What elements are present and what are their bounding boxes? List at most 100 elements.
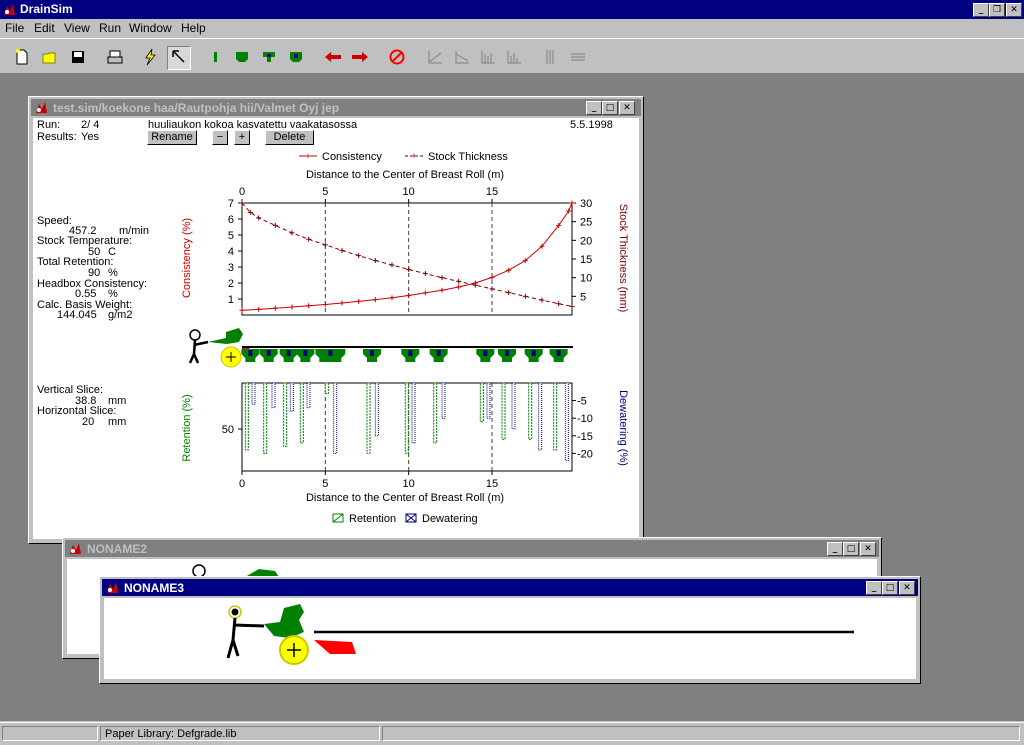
noname3-close-button[interactable]: ✕ <box>899 581 915 595</box>
noname3-content <box>104 598 916 679</box>
retention-bar <box>299 382 304 444</box>
run-lightning-icon[interactable] <box>139 46 161 68</box>
open-folder-icon[interactable] <box>39 46 61 68</box>
noname2-maximize-button[interactable]: □ <box>843 542 859 556</box>
drain-element-1-icon[interactable] <box>205 46 227 68</box>
chart-bar-2-icon[interactable] <box>503 46 525 68</box>
legend-retention-label: Retention <box>349 513 396 525</box>
stock-thickness-point <box>489 286 495 292</box>
drainage-element-core <box>328 350 333 356</box>
consistency-point <box>439 287 445 293</box>
retention-bar <box>553 382 558 451</box>
status-bar: Paper Library: Defgrade.lib <box>0 722 1024 745</box>
consistency-point <box>289 304 295 310</box>
minimize-app-button[interactable]: _ <box>973 3 989 17</box>
retention-bar <box>244 382 249 451</box>
drain-element-3-icon[interactable] <box>258 46 280 68</box>
noname2-minimize-button[interactable]: _ <box>827 542 843 556</box>
stock-thickness-point <box>372 257 378 263</box>
maximize-window-button[interactable]: □ <box>602 101 618 115</box>
chart-bar-1-icon[interactable] <box>477 46 499 68</box>
dewatering-bar <box>538 382 543 451</box>
dewatering-bar <box>251 382 256 405</box>
chart-line-icon[interactable] <box>424 46 446 68</box>
bottom-chart-y-right-title: Dewatering (%) <box>617 390 629 466</box>
consistency-point <box>506 267 512 273</box>
top-chart-y-left-tick-label: 7 <box>228 198 234 210</box>
stock-thickness-point <box>406 266 412 272</box>
retention-bar <box>263 382 268 454</box>
top-chart-x-tick-label: 10 <box>403 186 415 198</box>
operator-figure <box>226 605 265 659</box>
stop-icon[interactable] <box>386 46 408 68</box>
retention-bar <box>501 382 506 440</box>
dewatering-bar <box>564 382 569 461</box>
drain-element-2-icon[interactable] <box>231 46 253 68</box>
status-panel-3 <box>382 726 1020 741</box>
retention-bar <box>528 382 533 440</box>
bottom-chart-x-tick-label: 0 <box>239 478 245 490</box>
noname2-logo-icon <box>70 543 81 554</box>
menu-view[interactable]: View <box>64 21 90 35</box>
noname3-window: NONAME3 _ □ ✕ <box>99 576 921 684</box>
drainage-element-core <box>248 350 253 356</box>
stock-thickness-point <box>456 278 462 284</box>
noname2-close-button[interactable]: ✕ <box>860 542 876 556</box>
noname2-title-bar[interactable]: NONAME2 _ □ ✕ <box>65 540 879 557</box>
restore-app-button[interactable]: ❐ <box>989 3 1005 17</box>
top-chart-y-left-tick-label: 1 <box>228 294 234 306</box>
dewatering-bar <box>486 382 491 419</box>
consistency-point <box>422 290 428 296</box>
retention-bar <box>283 382 288 447</box>
noname3-minimize-button[interactable]: _ <box>866 581 882 595</box>
top-chart-y-right-title: Stock Thickness (mm) <box>617 204 629 313</box>
bottom-chart-y-right-tick-label: -15 <box>577 431 593 443</box>
chart-area-icon[interactable] <box>451 46 473 68</box>
menu-edit[interactable]: Edit <box>34 21 55 35</box>
stock-thickness-point <box>522 293 528 299</box>
print-icon[interactable] <box>104 46 126 68</box>
top-chart-x-tick-label: 15 <box>486 186 498 198</box>
noname3-title-bar[interactable]: NONAME3 _ □ ✕ <box>102 579 918 596</box>
noname2-title: NONAME2 <box>87 542 148 556</box>
arrow-right-icon[interactable] <box>349 46 371 68</box>
top-chart-y-left-tick-label: 2 <box>228 278 234 290</box>
stock-thickness-point <box>556 301 562 307</box>
menu-help[interactable]: Help <box>181 21 206 35</box>
close-app-button[interactable]: ✕ <box>1006 3 1022 17</box>
pointer-tool-icon[interactable] <box>167 46 191 70</box>
menu-run[interactable]: Run <box>99 21 121 35</box>
simulation-window-title-bar[interactable]: test.sim/koekone haa/Rautpohja hii/Valme… <box>31 99 641 116</box>
app-title-bar[interactable]: DrainSim _ ❐ ✕ <box>0 0 1024 19</box>
bottom-chart-y-right-tick-label: -10 <box>577 413 593 425</box>
consistency-point <box>339 300 345 306</box>
arrow-left-icon[interactable] <box>322 46 344 68</box>
top-chart-y-right-tick-label: 5 <box>580 291 586 303</box>
close-window-button[interactable]: ✕ <box>619 101 635 115</box>
menu-file[interactable]: File <box>5 21 24 35</box>
retention-bar <box>404 382 409 454</box>
top-chart-y-left-tick-label: 5 <box>228 230 234 242</box>
horizontal-lines-icon[interactable] <box>567 46 589 68</box>
consistency-point <box>256 306 262 312</box>
top-chart-x-tick-label: 0 <box>239 186 245 198</box>
consistency-point <box>569 200 575 206</box>
consistency-point <box>322 301 328 307</box>
vertical-lines-icon[interactable] <box>540 46 562 68</box>
legend-stock-thickness-label: Stock Thickness <box>428 151 508 163</box>
legend-consistency-label: Consistency <box>322 151 382 163</box>
top-chart-y-right-tick-label: 20 <box>580 235 592 247</box>
drainage-element-core <box>303 350 308 356</box>
dewatering-bar <box>289 382 294 412</box>
consistency-point <box>389 295 395 301</box>
minimize-window-button[interactable]: _ <box>586 101 602 115</box>
dewatering-bar <box>374 382 379 437</box>
drain-element-4-icon[interactable] <box>285 46 307 68</box>
stock-thickness-point <box>289 230 295 236</box>
menu-window[interactable]: Window <box>129 21 172 35</box>
consistency-point <box>372 297 378 303</box>
noname3-maximize-button[interactable]: □ <box>882 581 898 595</box>
window-logo-icon <box>36 102 47 113</box>
save-disk-icon[interactable] <box>67 46 89 68</box>
new-file-icon[interactable] <box>11 46 33 68</box>
